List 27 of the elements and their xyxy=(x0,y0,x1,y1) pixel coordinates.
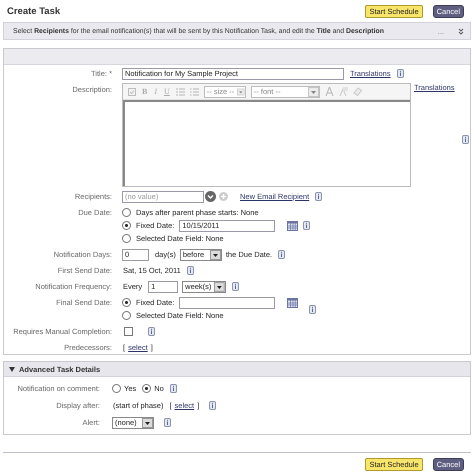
date-field[interactable] xyxy=(179,296,276,308)
info-icon[interactable] xyxy=(209,401,216,410)
info-icon[interactable] xyxy=(462,135,469,144)
info-icon[interactable] xyxy=(303,221,310,230)
info-icon[interactable] xyxy=(170,384,177,393)
radio-button[interactable] xyxy=(122,208,131,217)
info-icon[interactable] xyxy=(315,192,322,201)
calendar-icon[interactable] xyxy=(287,220,298,230)
info-icon[interactable] xyxy=(232,282,240,291)
radio-button[interactable] xyxy=(142,384,152,393)
page-title: Create Task xyxy=(7,6,60,17)
info-icon[interactable] xyxy=(186,266,194,275)
expand-icon[interactable] xyxy=(458,28,464,34)
info-icon[interactable] xyxy=(278,250,286,259)
info-icon[interactable] xyxy=(396,69,404,78)
collapse-triangle-icon[interactable] xyxy=(9,366,15,372)
radio-button[interactable] xyxy=(122,221,131,230)
radio-button[interactable] xyxy=(122,311,131,320)
checkbox[interactable] xyxy=(124,327,133,336)
dropdown-icon[interactable] xyxy=(205,191,216,202)
info-icon[interactable] xyxy=(164,418,171,427)
info-icon[interactable] xyxy=(148,327,155,336)
info-icon[interactable] xyxy=(309,304,316,314)
radio-button[interactable] xyxy=(122,298,131,307)
radio-button[interactable] xyxy=(112,384,121,393)
calendar-icon[interactable] xyxy=(287,298,298,308)
radio-button[interactable] xyxy=(122,234,131,243)
